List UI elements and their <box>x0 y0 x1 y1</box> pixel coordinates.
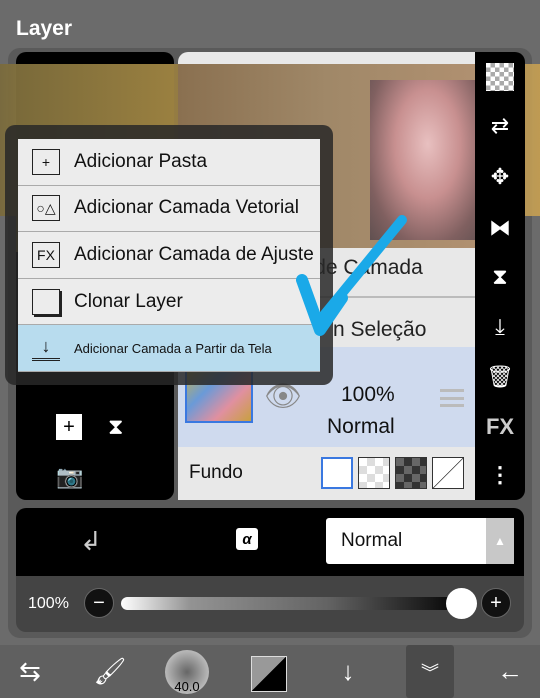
move-icon[interactable]: ✥ <box>475 157 525 197</box>
back-arrow-icon[interactable]: ← <box>480 645 540 698</box>
menu-item-label: Adicionar Camada a Partir da Tela <box>74 340 272 356</box>
flip-horizontal-icon[interactable]: ⧓ <box>475 208 525 248</box>
menu-item-label: Adicionar Camada Vetorial <box>74 197 299 219</box>
layer-toolbar: ⇄ ✥ ⧓ ⧗ ⤓ 🗑 FX ⋮ <box>475 52 525 500</box>
opacity-increase-button[interactable]: + <box>481 588 511 618</box>
dropdown-arrow-icon: ▲ <box>486 518 514 564</box>
background-label: Fundo <box>189 462 243 483</box>
clipping-icon[interactable]: ↲ <box>80 526 102 557</box>
clone-icon <box>32 288 60 315</box>
opacity-slider[interactable] <box>121 597 465 610</box>
drag-handle-icon[interactable] <box>440 389 464 407</box>
brush-eraser-swap-icon[interactable]: ⇆ <box>0 645 60 698</box>
swap-layers-icon[interactable]: ⇄ <box>475 106 525 146</box>
opacity-label: 100% <box>28 595 69 612</box>
collapse-panel-button[interactable]: ︾ <box>406 645 454 698</box>
import-screen-icon: ↓ <box>32 335 60 362</box>
annotation-arrow <box>296 215 407 336</box>
transparency-icon[interactable] <box>475 57 525 97</box>
menu-item-add-from-screen[interactable]: ↓ Adicionar Camada a Partir da Tela <box>18 325 320 372</box>
menu-item-clone-layer[interactable]: Clonar Layer <box>18 278 320 326</box>
background-dark-checker-swatch[interactable] <box>395 457 427 489</box>
menu-item-label: Adicionar Pasta <box>74 150 208 172</box>
brush-icon[interactable]: 🖌 <box>80 645 140 698</box>
menu-item-label: Clonar Layer <box>74 290 183 312</box>
brush-size-value: 40.0 <box>174 679 200 694</box>
opacity-decrease-button[interactable]: − <box>84 588 114 618</box>
background-transparent-swatch[interactable] <box>358 457 390 489</box>
blend-mode-select[interactable]: Normal ▲ <box>326 518 514 564</box>
menu-item-add-folder[interactable]: + Adicionar Pasta <box>18 139 320 186</box>
add-layer-menu: + Adicionar Pasta ○△ Adicionar Camada Veto… <box>18 139 320 372</box>
arrow-down-icon[interactable]: ↓ <box>318 645 378 698</box>
background-white-swatch[interactable] <box>321 457 353 489</box>
alpha-lock-icon[interactable]: α <box>236 528 258 550</box>
folder-plus-icon: + <box>32 148 60 175</box>
vector-layer-icon: ○△ <box>32 195 60 222</box>
panel-title: Layer <box>16 17 73 40</box>
fx-button[interactable]: FX <box>475 407 525 447</box>
brush-size-button[interactable]: 40.0 <box>165 650 209 694</box>
menu-item-label: Adicionar Camada de Ajuste <box>74 243 314 265</box>
camera-icon[interactable]: 📷 <box>56 464 83 490</box>
blend-mode-value: Normal <box>341 530 403 551</box>
trash-icon[interactable]: 🗑 <box>475 357 525 397</box>
fx-layer-icon: FX <box>32 241 60 268</box>
add-layer-icon[interactable]: + <box>56 414 82 440</box>
background-none-swatch[interactable] <box>432 457 464 489</box>
more-icon[interactable]: ⋮ <box>475 455 525 495</box>
layer-blend: Normal <box>327 415 395 438</box>
flip-vertical-icon[interactable]: ⧗ <box>108 414 123 440</box>
merge-down-icon[interactable]: ⤓ <box>475 307 525 347</box>
color-swatch[interactable] <box>251 656 287 692</box>
flip-vertical-icon[interactable]: ⧗ <box>475 257 525 297</box>
menu-item-add-adjustment-layer[interactable]: FX Adicionar Camada de Ajuste <box>18 232 320 279</box>
layer-opacity: 100% <box>341 383 395 406</box>
opacity-slider-handle[interactable] <box>446 588 477 619</box>
menu-item-add-vector-layer[interactable]: ○△ Adicionar Camada Vetorial <box>18 185 320 233</box>
